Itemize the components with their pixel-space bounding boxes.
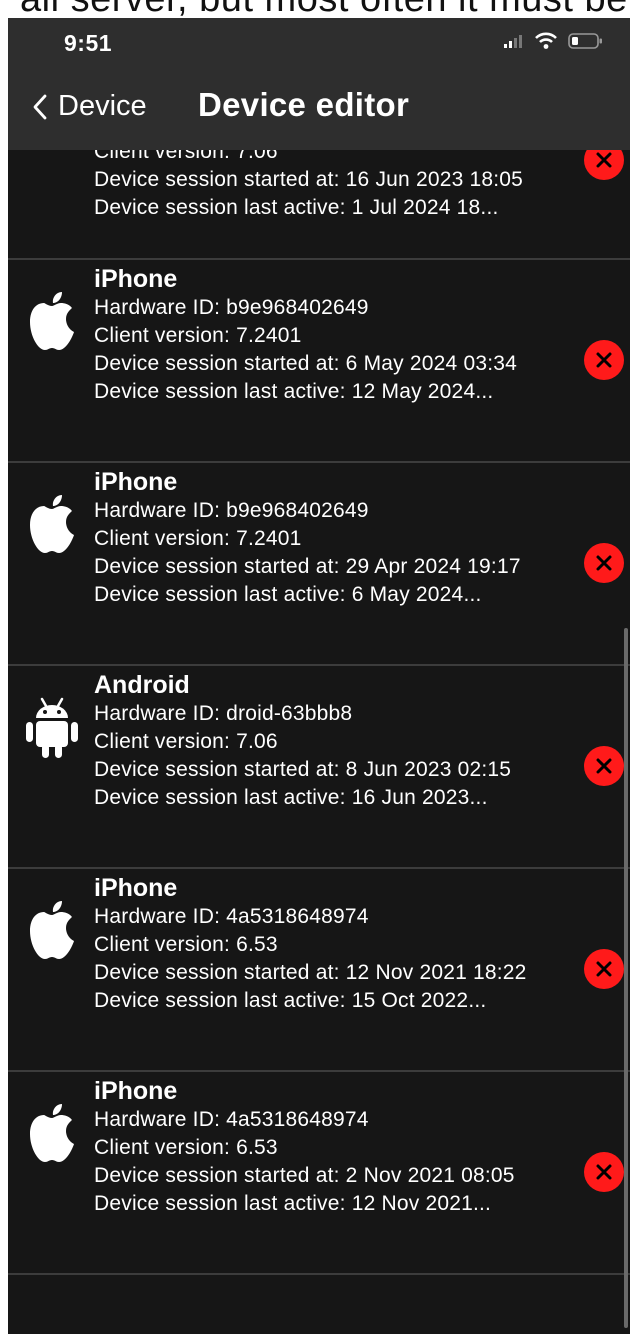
session-started: Device session started at: 12 Nov 2021 1… <box>94 961 527 984</box>
remove-device-button[interactable] <box>584 1152 624 1192</box>
device-session-details: Client version: 7.06 Device session star… <box>94 138 574 222</box>
close-icon <box>596 961 612 977</box>
close-icon <box>596 1164 612 1180</box>
android-icon <box>26 697 78 758</box>
session-started: Device session started at: 6 May 2024 03… <box>94 352 518 375</box>
wifi-icon <box>534 32 558 50</box>
session-last-active: Device session last active: 12 Nov 2021.… <box>94 1192 492 1215</box>
device-name: iPhone <box>94 874 178 902</box>
session-started: Device session started at: 2 Nov 2021 08… <box>94 1164 515 1187</box>
device-session-details: iPhone Hardware ID: 4a5318648974 Client … <box>94 1076 574 1218</box>
close-icon <box>596 758 612 774</box>
close-icon <box>596 555 612 571</box>
chevron-left-icon <box>32 94 48 120</box>
device-session-item: iPhone Hardware ID: b9e968402649 Client … <box>8 260 630 463</box>
device-session-details: Android Hardware ID: droid-63bbb8 Client… <box>94 670 574 812</box>
device-session-item: iPhone Hardware ID: 4a5318648974 Client … <box>8 869 630 1072</box>
close-icon <box>596 152 612 168</box>
hardware-id: Hardware ID: b9e968402649 <box>94 499 369 522</box>
session-started: Device session started at: 8 Jun 2023 02… <box>94 758 512 781</box>
hardware-id: Hardware ID: b9e968402649 <box>94 296 369 319</box>
session-last-active: Device session last active: 15 Oct 2022.… <box>94 989 487 1012</box>
remove-device-button[interactable] <box>584 543 624 583</box>
page-title: Device editor <box>198 86 410 123</box>
close-icon <box>596 352 612 368</box>
device-session-details: iPhone Hardware ID: 4a5318648974 Client … <box>94 873 574 1015</box>
session-last-active: Device session last active: 6 May 2024..… <box>94 583 482 606</box>
remove-device-button[interactable] <box>584 340 624 380</box>
apple-icon <box>30 901 74 959</box>
device-session-item: Android Hardware ID: droid-63bbb8 Client… <box>8 666 630 869</box>
battery-icon <box>568 32 604 50</box>
device-name: Android <box>94 671 190 699</box>
apple-icon <box>30 495 74 553</box>
session-started: Device session started at: 29 Apr 2024 1… <box>94 555 521 578</box>
client-version: Client version: 6.53 <box>94 1136 278 1159</box>
signal-icon <box>504 34 524 48</box>
scrollbar[interactable] <box>624 628 628 1328</box>
device-name: iPhone <box>94 265 178 293</box>
client-version: Client version: 6.53 <box>94 933 278 956</box>
device-name: iPhone <box>94 1077 178 1105</box>
session-last-active: Device session last active: 12 May 2024.… <box>94 380 494 403</box>
remove-device-button[interactable] <box>584 949 624 989</box>
status-icons <box>504 32 604 50</box>
back-button[interactable]: Device <box>32 90 147 123</box>
remove-device-button[interactable] <box>584 746 624 786</box>
apple-icon <box>30 1104 74 1162</box>
device-session-details: iPhone Hardware ID: b9e968402649 Client … <box>94 264 574 406</box>
hardware-id: Hardware ID: 4a5318648974 <box>94 1108 369 1131</box>
status-time: 9:51 <box>64 30 113 56</box>
session-started: Device session started at: 16 Jun 2023 1… <box>94 168 524 191</box>
client-version: Client version: 7.2401 <box>94 324 302 347</box>
device-session-details: iPhone Hardware ID: b9e968402649 Client … <box>94 467 574 609</box>
hardware-id: Hardware ID: 4a5318648974 <box>94 905 369 928</box>
device-name: iPhone <box>94 468 178 496</box>
hardware-id: Hardware ID: droid-63bbb8 <box>94 702 353 725</box>
device-session-item: iPhone Hardware ID: 4a5318648974 Client … <box>8 1072 630 1275</box>
back-label: Device <box>58 90 147 122</box>
client-version: Client version: 7.06 <box>94 730 278 753</box>
header: 9:51 Device Device editor <box>8 18 630 150</box>
client-version: Client version: 7.2401 <box>94 527 302 550</box>
device-session-item: iPhone Hardware ID: b9e968402649 Client … <box>8 463 630 666</box>
session-last-active: Device session last active: 1 Jul 2024 1… <box>94 196 499 219</box>
session-last-active: Device session last active: 16 Jun 2023.… <box>94 786 488 809</box>
apple-icon <box>30 292 74 350</box>
phone-screen: 9:51 Device Device editor Client version… <box>8 18 630 1334</box>
